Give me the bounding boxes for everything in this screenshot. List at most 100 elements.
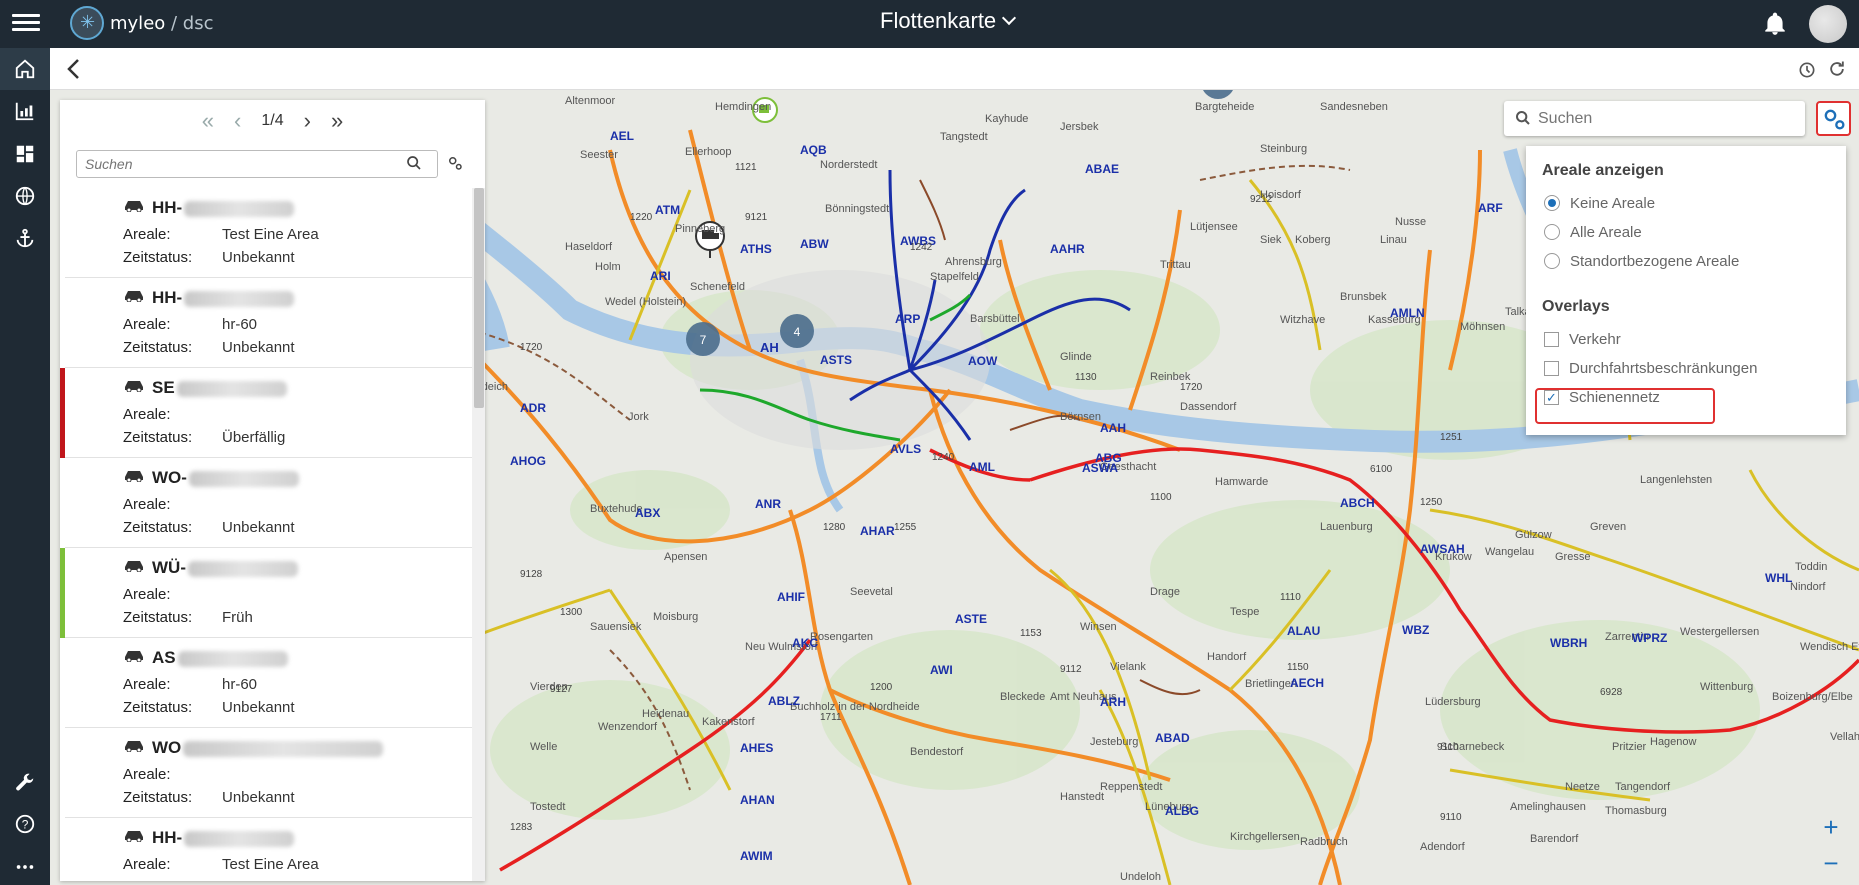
more-icon[interactable]: [12, 856, 38, 882]
zeitstatus-label: Zeitstatus:: [123, 339, 193, 356]
avatar[interactable]: [1809, 5, 1847, 43]
road-number: 1720: [1180, 382, 1203, 393]
place-label: Barsbüttel: [970, 313, 1020, 325]
history-icon[interactable]: [1797, 60, 1817, 80]
overlay-option-traffic[interactable]: Verkehr: [1544, 329, 1621, 349]
side-navigation: ?: [0, 48, 50, 885]
filter-settings-icon[interactable]: [446, 154, 464, 172]
redacted-plate: [184, 290, 295, 307]
list-item[interactable]: HH- Areale: Test Eine Area: [60, 818, 472, 881]
checkbox[interactable]: [1544, 331, 1559, 347]
home-icon[interactable]: [0, 48, 50, 90]
vehicle-list: HH- Areale: Test Eine Area Zeitstatus: U…: [60, 188, 472, 881]
status-stripe: [60, 458, 65, 548]
vehicle-cluster-marker[interactable]: 7: [686, 322, 720, 356]
rail-station-code: AH: [760, 340, 779, 355]
analytics-icon[interactable]: [12, 100, 38, 126]
area-option-location[interactable]: Standortbezogene Areale: [1544, 251, 1739, 271]
place-label: Nindorf: [1790, 581, 1826, 593]
rail-station-code: ABAD: [1155, 731, 1190, 745]
overlay-option-restrictions[interactable]: Durchfahrtsbeschränkungen: [1544, 358, 1757, 378]
place-label: Pritzier: [1612, 741, 1647, 753]
place-label: Wedel (Holstein): [605, 296, 686, 308]
anchor-icon[interactable]: [12, 227, 38, 253]
rail-station-code: ABCH: [1340, 496, 1375, 510]
road-number: 1110: [1280, 592, 1301, 603]
last-page-button[interactable]: »: [331, 108, 343, 134]
list-item[interactable]: WÜ- Areale: Zeitstatus: Früh: [60, 548, 472, 638]
list-item[interactable]: WO- Areale: Zeitstatus: Unbekannt: [60, 458, 472, 548]
map-settings-button[interactable]: [1816, 101, 1851, 136]
map-search-input[interactable]: [1538, 105, 1793, 132]
zeitstatus-value: Überfällig: [222, 429, 286, 446]
place-label: Siek: [1260, 234, 1282, 246]
next-page-button[interactable]: ›: [304, 108, 311, 134]
place-label: Ellerhoop: [685, 146, 731, 158]
rail-station-code: ABAE: [1085, 162, 1119, 176]
radio-button[interactable]: [1544, 195, 1560, 211]
scrollbar-thumb[interactable]: [474, 188, 484, 408]
redacted-plate: [176, 380, 287, 397]
place-label: Langenlehsten: [1640, 474, 1712, 486]
areale-label: Areale:: [123, 316, 171, 333]
status-stripe: [60, 818, 65, 881]
list-item[interactable]: HH- Areale: hr-60 Zeitstatus: Unbekannt: [60, 278, 472, 368]
area-option-none[interactable]: Keine Areale: [1544, 193, 1655, 213]
rail-station-code: ABX: [635, 506, 660, 520]
list-item[interactable]: HH- Areale: Test Eine Area Zeitstatus: U…: [60, 188, 472, 278]
rail-station-code: AEL: [610, 129, 634, 143]
list-item[interactable]: SE Areale: Zeitstatus: Überfällig: [60, 368, 472, 458]
place-label: Drage: [1150, 586, 1180, 598]
menu-icon[interactable]: [12, 10, 40, 34]
place-label: Radbruch: [1300, 836, 1348, 848]
rail-station-code: ARH: [1100, 695, 1126, 709]
place-label: Westergellersen: [1680, 626, 1759, 638]
place-label: Brunsbek: [1340, 291, 1387, 303]
place-label: Norderstedt: [820, 159, 877, 171]
chevron-down-icon: [1002, 10, 1017, 26]
place-label: Lüdersburg: [1425, 696, 1481, 708]
map-search-box[interactable]: [1504, 101, 1805, 136]
areale-value: hr-60: [222, 676, 258, 693]
dashboard-icon[interactable]: [12, 143, 38, 169]
first-page-button[interactable]: «: [202, 108, 214, 134]
vehicle-cluster-marker[interactable]: 4: [780, 314, 814, 348]
radio-button[interactable]: [1544, 253, 1560, 269]
wrench-icon[interactable]: [12, 772, 38, 798]
option-label: Alle Areale: [1570, 223, 1642, 241]
place-label: Kirchgellersen: [1230, 831, 1300, 843]
bell-icon[interactable]: [1762, 11, 1788, 37]
zoom-in-button[interactable]: +: [1811, 810, 1851, 846]
prev-page-button[interactable]: ‹: [234, 108, 241, 134]
back-arrow-icon[interactable]: [66, 58, 82, 80]
zeitstatus-value: Unbekannt: [222, 699, 295, 716]
cluster-count: 7: [700, 333, 707, 347]
globe-icon[interactable]: [12, 185, 38, 211]
app-logo[interactable]: myleo / dsc: [70, 6, 214, 40]
zoom-out-button[interactable]: −: [1811, 846, 1851, 882]
place-label: Jork: [628, 411, 649, 423]
areale-label: Areale:: [123, 766, 171, 783]
list-item[interactable]: AS Areale: hr-60 Zeitstatus: Unbekannt: [60, 638, 472, 728]
rail-station-code: AMLN: [1390, 306, 1425, 320]
area-option-all[interactable]: Alle Areale: [1544, 222, 1642, 242]
zeitstatus-label: Zeitstatus:: [123, 609, 193, 626]
vehicle-search-input[interactable]: [76, 150, 438, 178]
car-icon: [125, 201, 143, 212]
checkbox[interactable]: [1544, 360, 1559, 376]
search-icon[interactable]: [406, 155, 422, 171]
car-icon: [125, 831, 143, 842]
zeitstatus-label: Zeitstatus:: [123, 699, 193, 716]
rail-station-code: AHES: [740, 741, 773, 755]
refresh-icon[interactable]: [1827, 59, 1847, 79]
rail-station-code: WBZ: [1402, 623, 1429, 637]
radio-button[interactable]: [1544, 224, 1560, 240]
page-title-dropdown[interactable]: Flottenkarte: [880, 8, 1017, 34]
list-item[interactable]: WO Areale: Zeitstatus: Unbekannt: [60, 728, 472, 818]
rail-station-code: ASWA: [1082, 461, 1118, 475]
place-label: Moisburg: [653, 611, 698, 623]
rail-station-code: WPRZ: [1632, 631, 1667, 645]
place-label: Pinneberg: [675, 223, 725, 235]
help-icon[interactable]: ?: [12, 813, 38, 839]
place-label: Sauensiek: [590, 621, 642, 633]
